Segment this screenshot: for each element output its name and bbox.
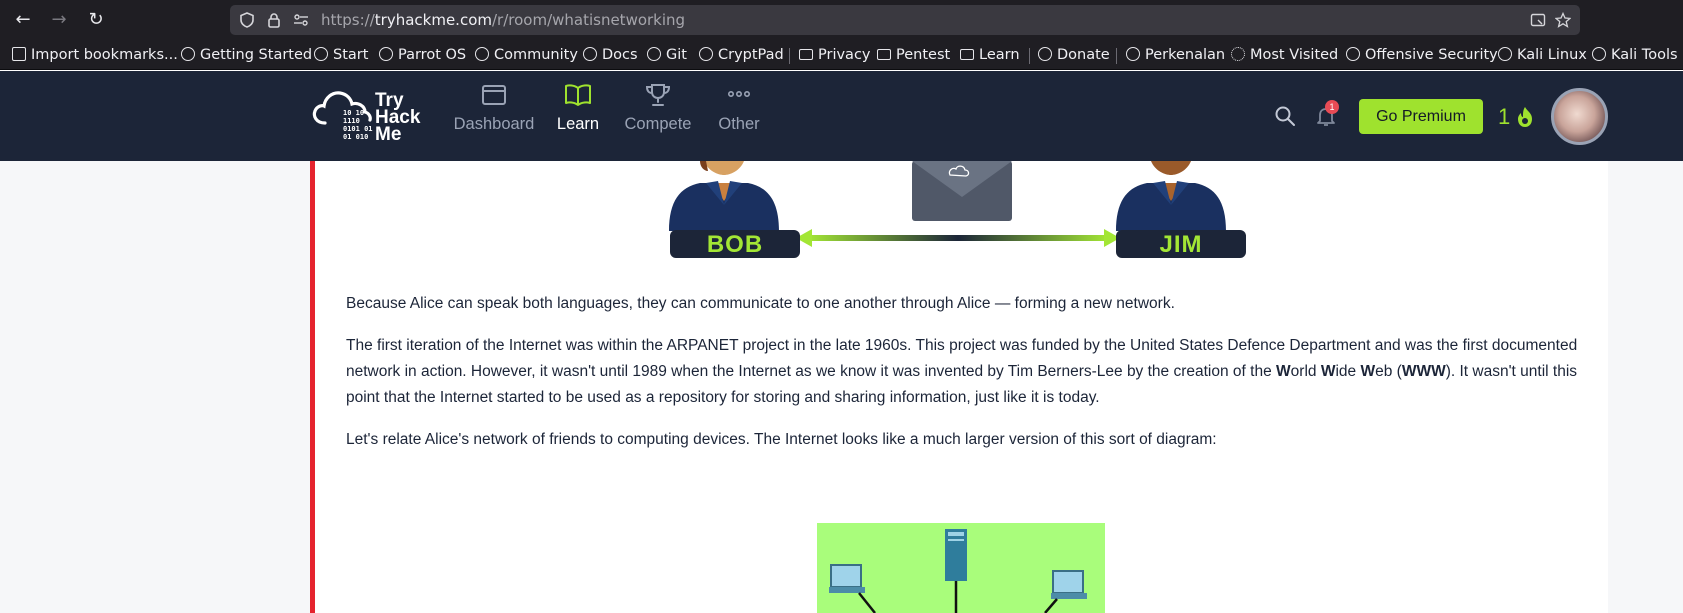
bob-jim-illustration: BOB JIM bbox=[660, 161, 1260, 261]
gear-icon bbox=[1231, 47, 1245, 61]
logo-binary: 10 10 1110 0101 01 01 010 bbox=[343, 109, 373, 141]
more-icon bbox=[727, 91, 750, 98]
streak-count: 1 bbox=[1498, 104, 1511, 129]
address-bar[interactable]: https://tryhackme.com/r/room/whatisnetwo… bbox=[230, 5, 1580, 35]
user-avatar[interactable] bbox=[1551, 88, 1608, 145]
nav-other[interactable]: Other bbox=[713, 81, 765, 151]
bookmark-offensive-security[interactable]: Offensive Security bbox=[1346, 45, 1498, 65]
tryhackme-logo[interactable]: 10 10 1110 0101 01 01 010 Try Hack Me bbox=[311, 81, 431, 151]
globe-icon bbox=[647, 47, 661, 61]
bob-label: BOB bbox=[670, 230, 800, 258]
globe-icon bbox=[583, 47, 597, 61]
bookmark-kali-tools[interactable]: Kali Tools bbox=[1592, 45, 1678, 65]
bookmark-kali-linux[interactable]: Kali Linux bbox=[1498, 45, 1587, 65]
bookmark-donate[interactable]: Donate bbox=[1038, 45, 1110, 65]
trophy-icon bbox=[645, 84, 671, 106]
dashboard-icon bbox=[482, 85, 506, 105]
globe-icon bbox=[1038, 47, 1052, 61]
bookmark-import[interactable]: Import bookmarks... bbox=[12, 45, 178, 65]
jim-label: JIM bbox=[1116, 230, 1246, 258]
globe-icon bbox=[379, 47, 393, 61]
network-diagram-graphic bbox=[829, 529, 1087, 613]
globe-icon bbox=[1498, 47, 1512, 61]
bookmarks-toolbar: Import bookmarks... Getting Started Star… bbox=[0, 40, 1683, 70]
site-header: 10 10 1110 0101 01 01 010 Try Hack Me Dashboa… bbox=[0, 71, 1683, 161]
network-diagram bbox=[817, 523, 1105, 613]
globe-icon bbox=[475, 47, 489, 61]
reader-view-icon[interactable] bbox=[1530, 12, 1546, 28]
folder-icon bbox=[960, 49, 974, 60]
nav-dashboard[interactable]: Dashboard bbox=[453, 81, 535, 151]
logo-wordmark: Try Hack Me bbox=[375, 90, 421, 145]
bookmark-folder-learn[interactable]: Learn bbox=[960, 45, 1020, 65]
go-premium-button[interactable]: Go Premium bbox=[1359, 99, 1483, 134]
bookmark-getting-started[interactable]: Getting Started bbox=[181, 45, 312, 65]
url-text[interactable]: https://tryhackme.com/r/room/whatisnetwo… bbox=[321, 11, 685, 29]
bookmark-folder-pentest[interactable]: Pentest bbox=[877, 45, 950, 65]
globe-icon bbox=[699, 47, 713, 61]
nav-learn[interactable]: Learn bbox=[553, 81, 603, 151]
bookmark-most-visited[interactable]: Most Visited bbox=[1231, 45, 1338, 65]
flame-icon bbox=[1518, 107, 1532, 127]
notification-badge: 1 bbox=[1325, 100, 1339, 114]
import-icon bbox=[12, 47, 26, 61]
book-icon bbox=[565, 84, 591, 106]
globe-icon bbox=[181, 47, 195, 61]
bookmark-community[interactable]: Community bbox=[475, 45, 578, 65]
paragraph-alice-network: Because Alice can speak both languages, … bbox=[346, 295, 1175, 312]
bookmark-separator bbox=[789, 48, 790, 64]
globe-icon bbox=[1346, 47, 1360, 61]
browser-toolbar: ← → ↻ https://tryhackme.com/r/room/whati… bbox=[0, 0, 1683, 40]
globe-icon bbox=[314, 47, 328, 61]
paragraph-diagram-intro: Let's relate Alice's network of friends … bbox=[346, 431, 1217, 448]
bookmark-docs[interactable]: Docs bbox=[583, 45, 638, 65]
bookmark-folder-privacy[interactable]: Privacy bbox=[799, 45, 871, 65]
bookmark-start[interactable]: Start bbox=[314, 45, 368, 65]
folder-icon bbox=[877, 49, 891, 60]
bookmark-git[interactable]: Git bbox=[647, 45, 687, 65]
task-accent-border bbox=[310, 161, 315, 613]
reload-icon[interactable]: ↻ bbox=[83, 8, 109, 32]
bookmark-star-icon[interactable] bbox=[1554, 11, 1572, 28]
shield-icon[interactable] bbox=[239, 12, 255, 28]
lock-icon[interactable] bbox=[266, 12, 282, 28]
bookmark-separator bbox=[1029, 48, 1030, 64]
permissions-icon[interactable] bbox=[293, 12, 309, 28]
bookmark-parrot-os[interactable]: Parrot OS bbox=[379, 45, 466, 65]
paragraph-internet-history: The first iteration of the Internet was … bbox=[346, 337, 1578, 406]
folder-icon bbox=[799, 49, 813, 60]
forward-arrow-icon[interactable]: → bbox=[46, 8, 72, 32]
bookmark-separator bbox=[1116, 48, 1117, 64]
globe-icon bbox=[1592, 47, 1606, 61]
globe-icon bbox=[1126, 47, 1140, 61]
search-icon[interactable] bbox=[1274, 105, 1296, 127]
nav-compete[interactable]: Compete bbox=[622, 81, 694, 151]
back-arrow-icon[interactable]: ← bbox=[10, 8, 36, 32]
bookmark-perkenalan[interactable]: Perkenalan bbox=[1126, 45, 1225, 65]
bookmark-cryptpad[interactable]: CryptPad bbox=[699, 45, 784, 65]
